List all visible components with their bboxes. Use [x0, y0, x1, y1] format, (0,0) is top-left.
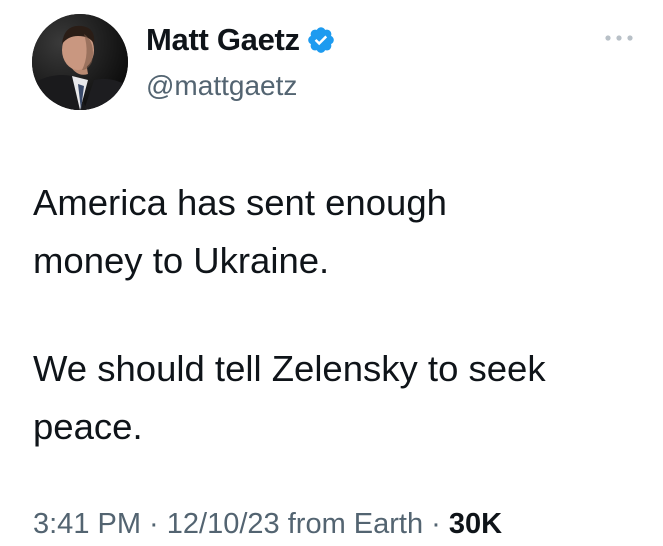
tweet-text: America has sent enough money to Ukraine…: [33, 174, 653, 456]
meta-separator: ·: [423, 508, 449, 540]
tweet-time[interactable]: 3:41 PM: [33, 508, 141, 540]
tweet-line: We should tell Zelensky to seek: [33, 348, 546, 389]
author-name-row[interactable]: Matt Gaetz: [146, 20, 336, 60]
author-name[interactable]: Matt Gaetz: [146, 20, 300, 60]
tweet-source: from Earth: [287, 508, 424, 540]
tweet-line: money to Ukraine.: [33, 240, 330, 281]
meta-separator: ·: [141, 508, 167, 540]
author-handle[interactable]: @mattgaetz: [146, 68, 297, 104]
tweet-line: peace.: [33, 406, 143, 447]
tweet-card: Matt Gaetz @mattgaetz America has sent e…: [0, 0, 663, 546]
tweet-meta: 3:41 PM · 12/10/23 from Earth · 30K: [33, 504, 502, 544]
tweet-paragraph-2: We should tell Zelensky to seek peace.: [33, 340, 653, 456]
tweet-date[interactable]: 12/10/23: [167, 508, 280, 540]
verified-badge-icon: [306, 25, 336, 55]
more-options-icon[interactable]: [602, 28, 636, 48]
tweet-paragraph-1: America has sent enough money to Ukraine…: [33, 174, 653, 290]
view-count[interactable]: 30K: [449, 508, 502, 540]
avatar[interactable]: [32, 14, 128, 110]
avatar-photo: [32, 14, 128, 110]
tweet-line: America has sent enough: [33, 182, 447, 223]
